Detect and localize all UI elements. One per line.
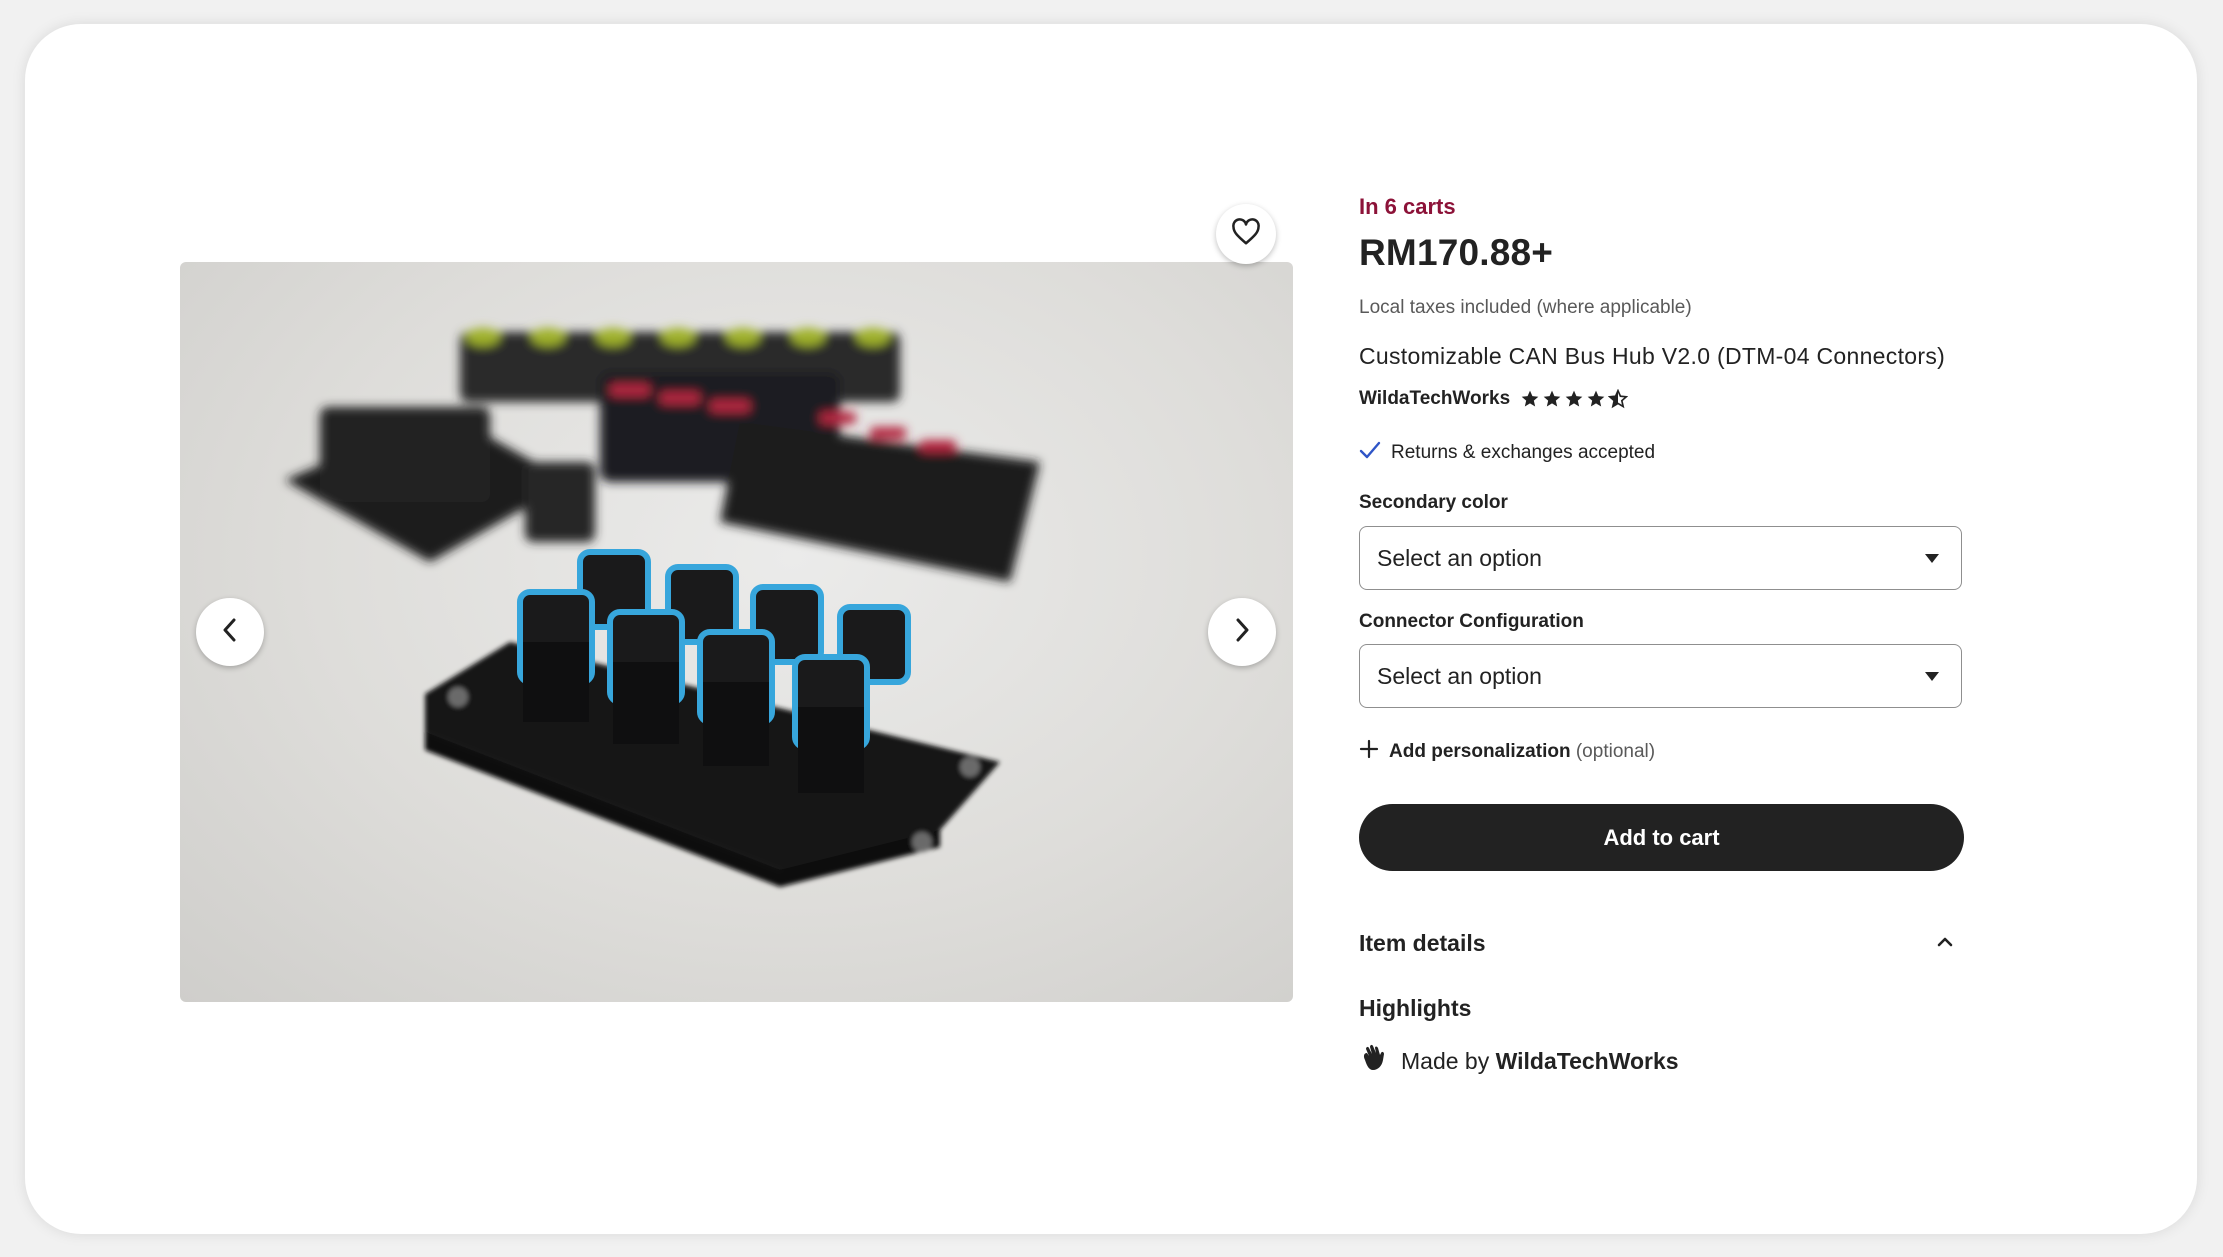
favorite-button[interactable] bbox=[1216, 204, 1276, 264]
made-by-prefix: Made by bbox=[1401, 1047, 1490, 1074]
caret-down-icon bbox=[1925, 671, 1939, 681]
secondary-color-value: Select an option bbox=[1377, 544, 1542, 571]
previous-image-button[interactable] bbox=[196, 598, 264, 666]
highlights-title: Highlights bbox=[1359, 995, 1472, 1021]
personalization-optional: (optional) bbox=[1575, 741, 1656, 762]
connector-configuration-value: Select an option bbox=[1377, 662, 1542, 689]
returns-text: Returns & exchanges accepted bbox=[1391, 442, 1656, 463]
chevron-left-icon bbox=[219, 617, 241, 648]
add-to-cart-button[interactable]: Add to cart bbox=[1359, 804, 1964, 871]
plus-icon bbox=[1359, 739, 1379, 765]
star-icon bbox=[1587, 390, 1605, 407]
shop-name-link[interactable]: WildaTechWorks bbox=[1359, 388, 1510, 410]
star-icon bbox=[1521, 390, 1539, 407]
personalization-label: Add personalization bbox=[1389, 741, 1571, 762]
connector-configuration-select[interactable]: Select an option bbox=[1359, 644, 1962, 708]
connector-configuration-label: Connector Configuration bbox=[1359, 611, 1584, 632]
hand-icon bbox=[1359, 1044, 1389, 1078]
heart-icon bbox=[1231, 217, 1261, 251]
star-icon bbox=[1565, 390, 1583, 407]
chevron-up-icon bbox=[1936, 935, 1954, 953]
shop-rating-row: WildaTechWorks bbox=[1359, 388, 1629, 410]
add-personalization-button[interactable]: Add personalization (optional) bbox=[1359, 739, 1655, 765]
product-image[interactable] bbox=[180, 262, 1293, 1002]
listing-title: Customizable CAN Bus Hub V2.0 (DTM-04 Co… bbox=[1359, 343, 1946, 369]
secondary-color-select[interactable]: Select an option bbox=[1359, 526, 1962, 590]
star-icon bbox=[1543, 390, 1561, 407]
rating-stars bbox=[1520, 389, 1629, 409]
caret-down-icon bbox=[1925, 553, 1939, 563]
cart-count: In 6 carts bbox=[1359, 194, 1456, 219]
half-star-icon bbox=[1608, 389, 1629, 409]
next-image-button[interactable] bbox=[1208, 598, 1276, 666]
made-by-row: Made by WildaTechWorks bbox=[1359, 1044, 1679, 1078]
returns-policy: Returns & exchanges accepted bbox=[1359, 440, 1655, 466]
secondary-color-label: Secondary color bbox=[1359, 492, 1508, 513]
chevron-right-icon bbox=[1231, 617, 1253, 648]
taxes-note: Local taxes included (where applicable) bbox=[1359, 297, 1692, 318]
price: RM170.88+ bbox=[1359, 232, 1554, 273]
check-icon bbox=[1359, 440, 1381, 466]
item-details-toggle[interactable]: Item details bbox=[1359, 930, 1962, 957]
made-by-shop-link[interactable]: WildaTechWorks bbox=[1496, 1048, 1679, 1074]
item-details-title: Item details bbox=[1359, 930, 1486, 956]
